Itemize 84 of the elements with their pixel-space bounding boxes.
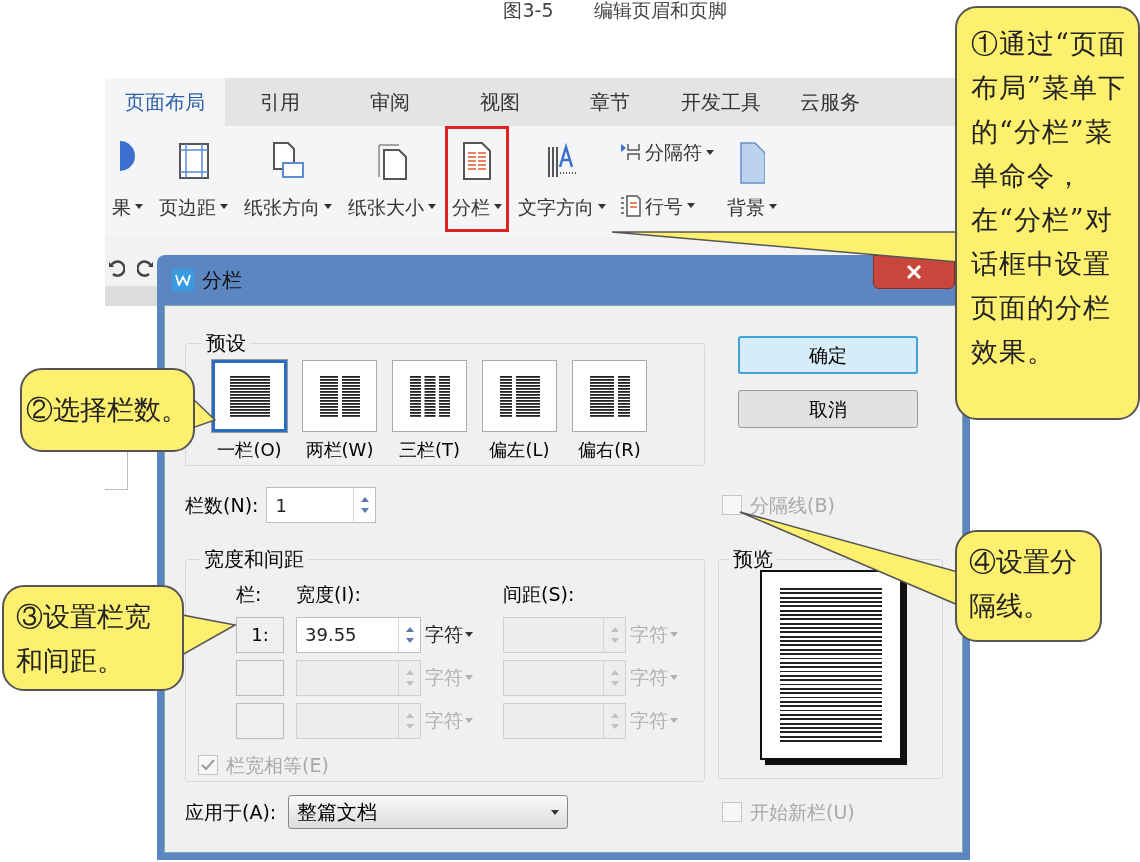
page-orientation-icon bbox=[271, 141, 305, 181]
ribbon-button[interactable]: 纸张方向 bbox=[237, 126, 339, 232]
caret-icon bbox=[220, 204, 228, 210]
preset-label: 三栏(T) bbox=[398, 438, 460, 462]
caret-icon bbox=[598, 204, 606, 210]
ribbon-button[interactable]: 果 bbox=[105, 126, 150, 232]
column-header: 宽度(I): bbox=[296, 582, 362, 607]
caret-icon bbox=[706, 149, 714, 155]
ribbon-button[interactable]: 分隔符 bbox=[619, 138, 714, 167]
ribbon-tab[interactable]: 页面布局 bbox=[105, 78, 225, 126]
app-logo-icon bbox=[172, 269, 194, 291]
preset-label: 偏右(R) bbox=[578, 438, 641, 462]
figure-number: 图3-5 bbox=[503, 0, 554, 23]
group-title: 预设 bbox=[205, 330, 247, 357]
caret-icon bbox=[670, 718, 678, 723]
ribbon-tab[interactable]: 云服务 bbox=[775, 78, 885, 126]
column-number-cell bbox=[236, 659, 284, 696]
ribbon-button[interactable]: 行号 bbox=[619, 191, 714, 220]
field-label: 应用于(A): bbox=[185, 799, 277, 825]
ribbon-button[interactable]: 文字方向 bbox=[511, 126, 613, 232]
page-break-icon bbox=[619, 142, 641, 163]
caret-icon bbox=[465, 632, 473, 637]
group-title: 预览 bbox=[732, 546, 774, 573]
callout: ②选择栏数。 bbox=[20, 368, 195, 452]
dialog-title: 分栏 bbox=[202, 267, 242, 294]
column-preset-button[interactable] bbox=[392, 360, 467, 432]
caret-icon bbox=[687, 203, 695, 209]
callout: ①通过“页面布局”菜单下的“分栏”菜单命令，在“分栏”对话框中设置页面的分栏效果。 bbox=[955, 6, 1140, 420]
column-preset-button[interactable] bbox=[572, 360, 647, 432]
column-layout-icon bbox=[589, 373, 630, 419]
spin-field[interactable]: 39.55 bbox=[296, 616, 421, 653]
column-preset-button[interactable] bbox=[482, 360, 557, 432]
caret-icon bbox=[769, 204, 777, 210]
ribbon-button[interactable]: 纸张大小 bbox=[341, 126, 443, 232]
page-columns-icon bbox=[460, 141, 494, 181]
group-title: 宽度和间距 bbox=[203, 546, 305, 573]
column-layout-icon bbox=[319, 373, 360, 419]
close-icon bbox=[906, 265, 922, 279]
column-layout-icon bbox=[409, 373, 450, 419]
field-label: 栏数(N): bbox=[185, 492, 259, 518]
ribbon-tab[interactable]: 开发工具 bbox=[665, 78, 775, 126]
column-preset-button[interactable] bbox=[302, 360, 377, 432]
caret-icon bbox=[670, 675, 678, 680]
column-header: 栏: bbox=[236, 582, 263, 607]
redo-icon[interactable] bbox=[137, 260, 153, 278]
caret-icon bbox=[670, 632, 678, 637]
page-margins-icon bbox=[176, 141, 211, 181]
ribbon-tab[interactable]: 章节 bbox=[555, 78, 665, 126]
ribbon-tab[interactable]: 引用 bbox=[225, 78, 335, 126]
column-layout-icon bbox=[229, 373, 270, 419]
ribbon-button[interactable]: 页边距 bbox=[152, 126, 235, 232]
caret-icon bbox=[135, 204, 143, 210]
column-number-cell: 1: bbox=[236, 616, 284, 653]
caret-icon bbox=[428, 204, 436, 210]
column-layout-icon bbox=[499, 373, 540, 419]
caret-icon bbox=[494, 204, 502, 210]
preset-label: 偏左(L) bbox=[489, 438, 550, 462]
undo-icon[interactable] bbox=[109, 260, 125, 278]
ribbon-tab[interactable]: 视图 bbox=[445, 78, 555, 126]
column-header: 间距(S): bbox=[503, 582, 575, 607]
caret-icon bbox=[465, 675, 473, 680]
page-background-icon bbox=[739, 141, 765, 185]
ribbon-button[interactable]: 背景 bbox=[720, 126, 784, 232]
column-number-cell bbox=[236, 702, 284, 739]
line-numbers-icon bbox=[619, 194, 641, 217]
callout: ④设置分隔线。 bbox=[955, 530, 1102, 642]
ribbon-tab[interactable]: 审阅 bbox=[335, 78, 445, 126]
paper-size-icon bbox=[375, 141, 409, 181]
dialog-button[interactable]: 取消 bbox=[738, 390, 918, 428]
unit-dropdown[interactable]: 字符 bbox=[425, 620, 473, 649]
preset-label: 两栏(W) bbox=[305, 438, 374, 462]
preset-label: 一栏(O) bbox=[217, 438, 282, 462]
callout-pointer bbox=[181, 614, 238, 657]
ribbon-button[interactable]: 分栏 bbox=[445, 126, 509, 232]
spin-field[interactable]: 1 bbox=[266, 487, 377, 523]
figure-caption: 编辑页眉和页脚 bbox=[593, 0, 727, 23]
caret-icon bbox=[551, 809, 560, 815]
caret-icon bbox=[324, 204, 332, 210]
dialog-button[interactable]: 确定 bbox=[738, 336, 918, 374]
checkmark-icon bbox=[201, 758, 215, 771]
column-preset-button[interactable] bbox=[212, 360, 287, 432]
caret-icon bbox=[465, 718, 473, 723]
apply-to-dropdown[interactable]: 整篇文档 bbox=[288, 795, 569, 829]
callout: ③设置栏宽和间距。 bbox=[2, 585, 184, 691]
